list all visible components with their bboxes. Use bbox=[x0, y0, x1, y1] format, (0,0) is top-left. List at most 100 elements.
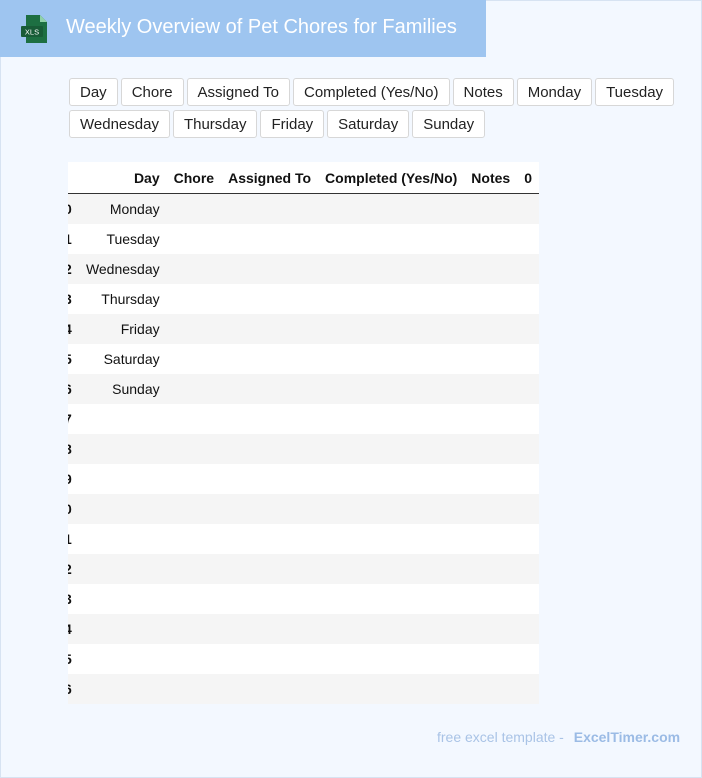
column-chip[interactable]: Friday bbox=[260, 110, 325, 138]
table-cell bbox=[318, 464, 465, 494]
table-cell bbox=[318, 284, 465, 314]
table-cell bbox=[464, 193, 518, 224]
table-cell bbox=[221, 374, 319, 404]
table-row: 3 Thursday bbox=[68, 284, 539, 314]
index-header bbox=[68, 162, 78, 194]
table-cell bbox=[464, 524, 518, 554]
table-cell bbox=[221, 314, 319, 344]
row-index-label: 6 bbox=[68, 381, 72, 397]
title-bar: XLS Weekly Overview of Pet Chores for Fa… bbox=[0, 0, 486, 57]
column-header: Chore bbox=[166, 162, 222, 194]
table-cell bbox=[166, 314, 222, 344]
table-cell bbox=[517, 374, 539, 404]
row-index-label: 0 bbox=[68, 501, 72, 517]
table-cell bbox=[517, 224, 539, 254]
table-cell bbox=[517, 524, 539, 554]
data-table: Day Chore Assigned To Completed (Yes/No) Not… bbox=[68, 162, 539, 704]
table-cell bbox=[77, 554, 167, 584]
table-row: 1 bbox=[68, 524, 539, 554]
column-chip[interactable]: Day bbox=[69, 78, 118, 106]
table-row: 5 bbox=[68, 644, 539, 674]
table-cell bbox=[77, 644, 167, 674]
excel-file-icon: XLS bbox=[21, 15, 47, 43]
column-chip[interactable]: Wednesday bbox=[69, 110, 170, 138]
table-cell bbox=[77, 614, 167, 644]
footer-text: free excel template - bbox=[437, 729, 564, 745]
table-cell bbox=[464, 584, 518, 614]
table-cell bbox=[318, 224, 465, 254]
table-cell bbox=[77, 434, 167, 464]
table-cell bbox=[166, 464, 222, 494]
row-index: 9 bbox=[68, 464, 78, 494]
chip-row: Wednesday Thursday Friday Saturday Sunday bbox=[69, 110, 679, 142]
table-cell bbox=[318, 614, 465, 644]
table-cell bbox=[517, 314, 539, 344]
row-index: 6 bbox=[68, 674, 78, 704]
table-cell: Saturday bbox=[77, 344, 167, 374]
table-cell bbox=[221, 404, 319, 434]
table-cell bbox=[464, 404, 518, 434]
column-chip[interactable]: Chore bbox=[120, 78, 184, 106]
column-chip[interactable]: Sunday bbox=[412, 110, 486, 138]
row-index-label: 8 bbox=[68, 441, 72, 457]
footer: free excel template - ExcelTimer.com bbox=[437, 729, 680, 745]
column-chip[interactable]: Monday bbox=[516, 78, 593, 106]
footer-brand-link[interactable]: ExcelTimer.com bbox=[574, 729, 680, 745]
table-cell bbox=[221, 284, 319, 314]
column-header: 0 bbox=[517, 162, 539, 194]
table-row: 2 bbox=[68, 554, 539, 584]
table-row: 6 Sunday bbox=[68, 374, 539, 404]
table-cell bbox=[318, 344, 465, 374]
table-cell bbox=[221, 434, 319, 464]
table-cell bbox=[464, 464, 518, 494]
table-cell bbox=[166, 494, 222, 524]
table-cell bbox=[166, 614, 222, 644]
table-row: 4 Friday bbox=[68, 314, 539, 344]
page-title: Weekly Overview of Pet Chores for Famili… bbox=[66, 16, 457, 38]
row-index-label: 2 bbox=[68, 261, 72, 277]
row-index: 0 bbox=[68, 494, 78, 524]
table-cell bbox=[318, 193, 465, 224]
table-cell: Monday bbox=[77, 193, 167, 224]
column-chip[interactable]: Completed (Yes/No) bbox=[293, 78, 450, 106]
table-cell bbox=[464, 344, 518, 374]
column-header: Completed (Yes/No) bbox=[318, 162, 465, 194]
table-cell bbox=[517, 494, 539, 524]
column-chip[interactable]: Assigned To bbox=[186, 78, 290, 106]
table-row: 5 Saturday bbox=[68, 344, 539, 374]
table-cell bbox=[77, 404, 167, 434]
table-cell bbox=[221, 554, 319, 584]
table-cell bbox=[318, 374, 465, 404]
table-cell bbox=[166, 193, 222, 224]
column-chip[interactable]: Saturday bbox=[327, 110, 410, 138]
table-cell bbox=[517, 193, 539, 224]
table-cell bbox=[77, 584, 167, 614]
table-cell bbox=[221, 644, 319, 674]
column-chip[interactable]: Notes bbox=[452, 78, 514, 106]
table-cell bbox=[464, 314, 518, 344]
table-row: 7 bbox=[68, 404, 539, 434]
row-index: 5 bbox=[68, 644, 78, 674]
table-cell bbox=[166, 674, 222, 704]
table-cell bbox=[318, 554, 465, 584]
table-cell bbox=[221, 344, 319, 374]
column-header: Day bbox=[77, 162, 167, 194]
row-index: 2 bbox=[68, 254, 78, 284]
table-cell bbox=[517, 584, 539, 614]
chip-row: Day Chore Assigned To Completed (Yes/No) Not… bbox=[69, 78, 679, 110]
table-cell bbox=[318, 494, 465, 524]
row-index-label: 3 bbox=[68, 291, 72, 307]
row-index-label: 4 bbox=[68, 621, 72, 637]
table-cell bbox=[464, 644, 518, 674]
column-chip[interactable]: Thursday bbox=[172, 110, 258, 138]
column-chip[interactable]: Tuesday bbox=[595, 78, 675, 106]
row-index-label: 6 bbox=[68, 681, 72, 697]
row-index: 7 bbox=[68, 404, 78, 434]
table-cell: Thursday bbox=[77, 284, 167, 314]
table-cell bbox=[166, 524, 222, 554]
row-index: 4 bbox=[68, 614, 78, 644]
row-index-label: 4 bbox=[68, 321, 72, 337]
column-header: Assigned To bbox=[221, 162, 319, 194]
row-index-label: 5 bbox=[68, 651, 72, 667]
excel-file-icon-label: XLS bbox=[25, 28, 39, 37]
